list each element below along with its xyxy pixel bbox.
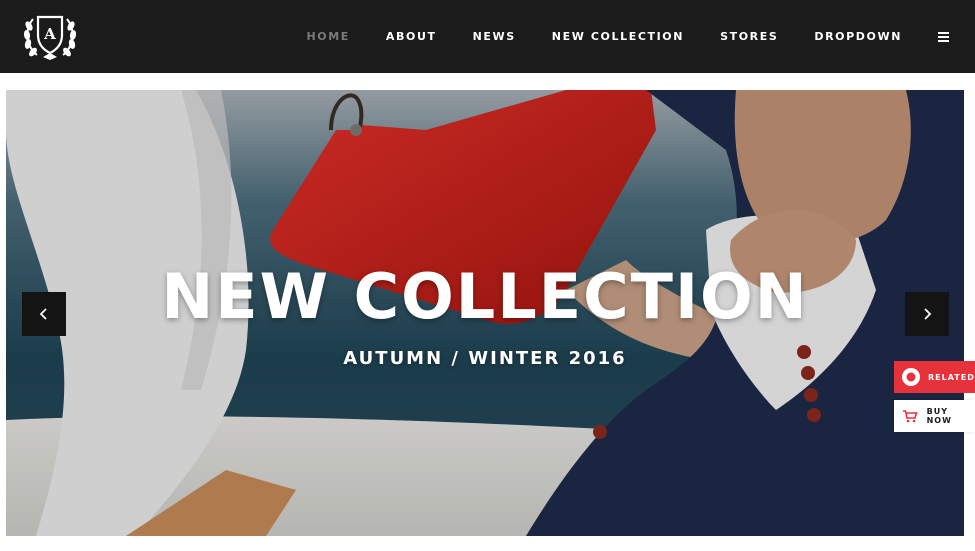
laurel-shield-icon: A [23,15,77,60]
hero-subtitle: AUTUMN / WINTER 2016 [343,348,627,369]
main-menu: HOME ABOUT NEWS NEW COLLECTION STORES DR… [307,0,975,73]
slider-prev-button[interactable] [22,292,66,336]
related-label: RELATED [928,372,975,382]
nav-item-about[interactable]: ABOUT [386,30,437,43]
hero-slider: NEW COLLECTION AUTUMN / WINTER 2016 [6,90,964,536]
nav-item-stores[interactable]: STORES [720,30,778,43]
chevron-left-icon [39,308,47,320]
hamburger-icon[interactable] [938,31,949,42]
cart-icon [894,400,927,432]
buy-now-button[interactable]: BUY NOW [894,400,975,432]
location-pin-icon [894,361,928,393]
brand-logo[interactable]: A [19,9,81,63]
nav-item-dropdown[interactable]: DROPDOWN [814,30,902,43]
nav-item-new-collection[interactable]: NEW COLLECTION [552,30,684,43]
related-button[interactable]: RELATED [894,361,975,393]
nav-item-news[interactable]: NEWS [473,30,516,43]
logo-letter: A [43,25,56,43]
slider-next-button[interactable] [905,292,949,336]
chevron-right-icon [924,308,932,320]
hero-title: NEW COLLECTION [161,260,809,333]
top-navigation-bar: A HOME ABOUT NEWS NEW COLLECTION STORES … [0,0,975,73]
buy-now-label: BUY NOW [926,407,952,425]
nav-item-home[interactable]: HOME [307,30,350,43]
